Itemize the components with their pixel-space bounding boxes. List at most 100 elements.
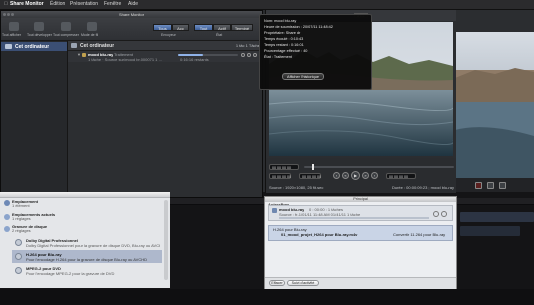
sidebar-item-this-computer[interactable]: Cet ordinateur: [1, 42, 67, 51]
filter-mine-button[interactable]: Acc: [172, 24, 189, 31]
setting-desc: Pour l'encodage H.264 pour la gravure de…: [26, 257, 147, 262]
menu-presentation[interactable]: Présentation: [70, 1, 98, 8]
remove-icon[interactable]: [441, 211, 447, 217]
location-icon: [4, 200, 10, 206]
scrubber[interactable]: [304, 164, 454, 170]
hud-owner: Propriétaire: Share dr: [264, 31, 301, 35]
timecode-in[interactable]: 00 00 00 00: [269, 164, 299, 170]
timecode-out[interactable]: 00 00 00 00: [386, 173, 416, 179]
group-title: Cet ordinateur: [80, 43, 115, 49]
group-header[interactable]: Cet ordinateur 1 tâc 1 Tâche: [68, 41, 262, 51]
timeline-clip[interactable]: [460, 226, 520, 236]
hud-submitted: Heure de soumission : 20/07/11 11:48:42: [264, 25, 333, 29]
audio-setting-icon: [15, 239, 22, 246]
group-detail: 1 réglages: [12, 216, 31, 221]
job-list: Cet ordinateur 1 tâc 1 Tâche ▼ mood blu-…: [68, 41, 262, 197]
viewer-controls: 00 00 00 00 00 00 00 00 00 00 00 00 ‹ « …: [266, 158, 456, 193]
secondary-viewer: [455, 10, 534, 178]
status-done-button[interactable]: Terminé: [231, 24, 253, 31]
video-setting-icon: [15, 253, 22, 260]
setting-item[interactable]: MPEG-2 pour DVD Pour l'encodage MPEG-2 p…: [12, 264, 162, 277]
playhead[interactable]: [311, 164, 314, 170]
toolbar-label: Tout compresser: [53, 33, 79, 37]
job-progress-fill: [178, 54, 204, 56]
menu-app-name[interactable]: Share Monitor: [10, 1, 44, 8]
batch-window-title[interactable]: Principal: [265, 197, 456, 202]
menu-edition[interactable]: Édition: [50, 1, 65, 8]
batch-window: Principal AutresPres mood blu-ray 0 : 00…: [264, 196, 457, 289]
collapse-icon[interactable]: [61, 22, 71, 31]
folder-icon: [4, 214, 10, 220]
toolbar: Tout afficher Tout développer Tout compr…: [1, 18, 262, 41]
status-caption: État: [216, 33, 223, 37]
hud-elapsed: Temps écoulé : 0:10:43: [264, 37, 304, 41]
hud-name: Nom: mood blu-ray: [264, 19, 297, 23]
next-edit-icon[interactable]: ›: [371, 172, 378, 179]
disclosure-triangle-icon[interactable]: ▼: [77, 52, 81, 57]
filter-caption: Envoyeur: [161, 33, 176, 37]
batch-job-row[interactable]: mood blu-ray 0 : 00:00 : 1 tâches Source…: [268, 205, 453, 221]
sound-icon[interactable]: [499, 182, 506, 189]
grid-icon[interactable]: [487, 182, 494, 189]
rewind-icon[interactable]: «: [342, 172, 349, 179]
filter-all-button[interactable]: Tous: [153, 24, 172, 31]
cancel-icon[interactable]: [247, 53, 251, 57]
thread-icon[interactable]: [87, 22, 97, 31]
status-active-button[interactable]: Actif: [213, 24, 231, 31]
timecode-b[interactable]: 00 00 00 00: [299, 173, 321, 179]
video-setting-icon: [15, 267, 22, 274]
pause-icon[interactable]: [241, 53, 245, 57]
menu-fenetre[interactable]: Fenêtre: [104, 1, 121, 8]
source-info: Source : 1920×1080, 25 fit.sec: [269, 185, 324, 190]
activity-button[interactable]: Suivi d'activité: [287, 280, 319, 286]
batch-window-footer: Effacer Suivi d'activité: [265, 277, 456, 289]
clear-button[interactable]: Effacer: [269, 280, 285, 286]
play-icon[interactable]: ▶: [351, 171, 360, 180]
toolbar-label: Tout développer: [27, 33, 52, 37]
menu-bar:  Share Monitor Édition Présentation Fen…: [0, 0, 534, 10]
job-inspector-hud: Nom: mood blu-ray Heure de soumission : …: [259, 14, 372, 90]
add-icon[interactable]: [433, 211, 439, 217]
settings-panel-header: [0, 192, 170, 198]
computer-icon: [5, 44, 12, 49]
info-icon[interactable]: [253, 53, 257, 57]
job-progress-bar: [178, 54, 238, 56]
toolbar-label: Mode de fil: [81, 33, 99, 37]
hud-remaining: Temps restant : 0:16:01: [264, 43, 304, 47]
job-icon: [82, 53, 86, 57]
disc-icon: [4, 226, 10, 232]
target-right: Convertir 11.264 pour Blu-ray: [393, 232, 446, 237]
timecode-a[interactable]: 00 00 00 00: [269, 173, 291, 179]
share-monitor-window: Share Monitor Tout afficher Tout dévelop…: [0, 10, 263, 198]
timeline-footer: [0, 289, 534, 305]
group-detail: 2 réglages: [12, 228, 31, 233]
window-titlebar[interactable]: Share Monitor: [1, 11, 262, 18]
status-all-button[interactable]: Tout: [194, 24, 213, 31]
previous-edit-icon[interactable]: ‹: [333, 172, 340, 179]
hud-percent: Pourcentage effectué : 40: [264, 49, 308, 53]
settings-panel: Emplacement 1 élément Emplacements actue…: [0, 192, 170, 288]
sidebar: Cet ordinateur: [1, 41, 68, 197]
job-detail: 1 tâche · Source sur/mood br.000071 1 …: [88, 57, 163, 62]
expand-icon[interactable]: [34, 22, 44, 31]
secondary-video-frame: [455, 10, 534, 178]
output-info: Durée : 00:00:09:23 ; mood blu-ray: [391, 185, 454, 190]
job-time-remaining: 0:16:16 restants: [180, 57, 209, 62]
menu-aide[interactable]: Aide: [128, 1, 138, 8]
apple-menu-icon[interactable]: : [4, 1, 8, 8]
setting-item[interactable]: Dolby Digital Professionnel Dolby Digita…: [12, 236, 162, 249]
sidebar-item-label: Cet ordinateur: [15, 44, 50, 50]
crop-icon[interactable]: [475, 182, 482, 189]
forward-icon[interactable]: »: [362, 172, 369, 179]
setting-item-selected[interactable]: H.264 pour Blu-ray Pour l'encodage H.264…: [12, 250, 162, 263]
job-row[interactable]: ▼ mood blu-ray Traitement 1 tâche · Sour…: [68, 51, 262, 62]
secondary-viewer-tools: [455, 178, 534, 192]
show-history-button[interactable]: Afficher l'historique: [282, 73, 324, 80]
window-title: Share Monitor: [118, 12, 145, 17]
batch-target-row[interactable]: H.264 pour Blu-ray 01_mood_projet_H264 p…: [268, 225, 453, 241]
timeline-clip[interactable]: [460, 212, 534, 222]
computer-icon: [71, 43, 77, 48]
scrollbar[interactable]: [164, 200, 168, 280]
list-icon[interactable]: [9, 22, 19, 31]
job-icon: [272, 208, 277, 213]
